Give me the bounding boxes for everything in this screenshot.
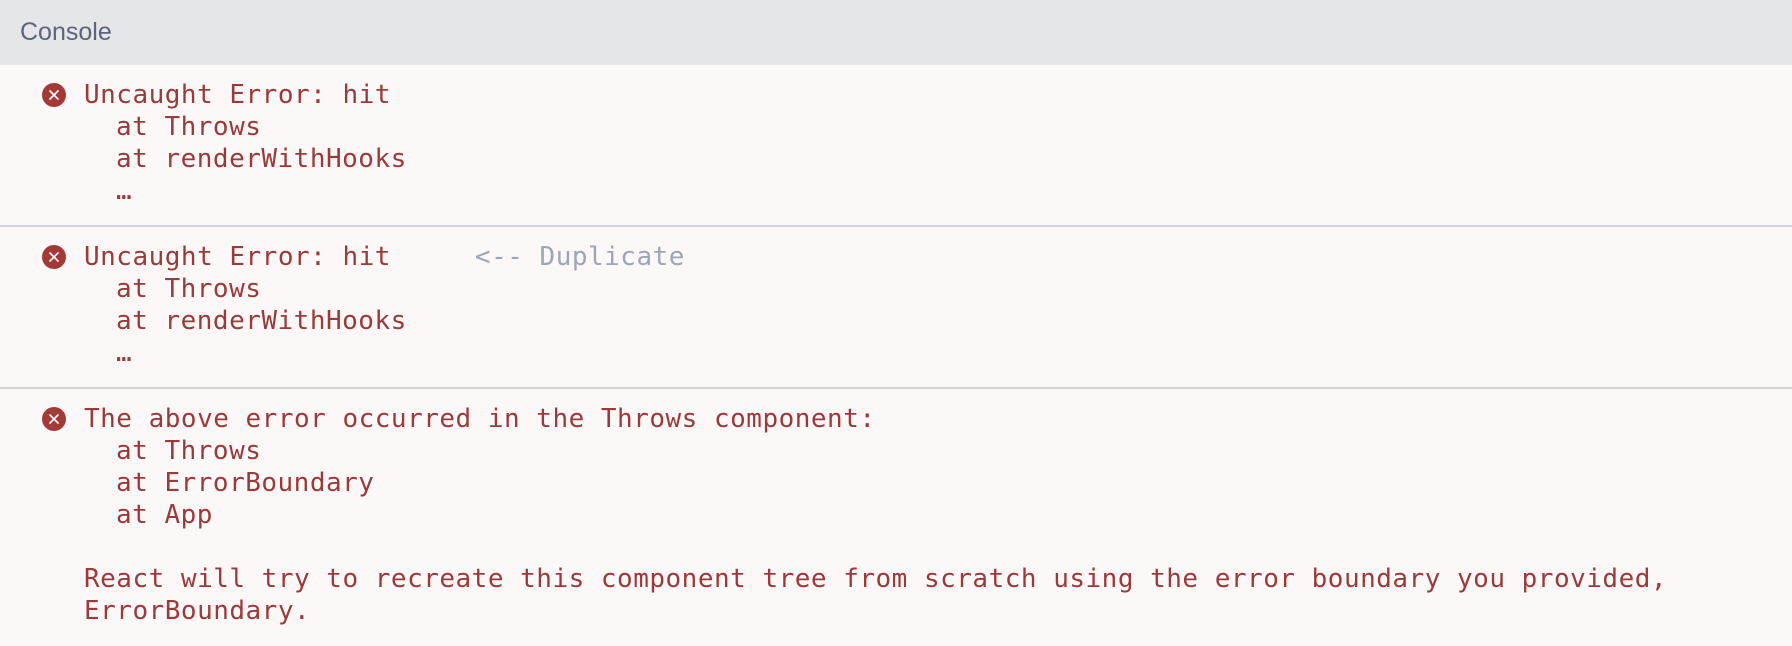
error-message: Uncaught Error: hit — [84, 80, 391, 110]
stack-frame: at Throws — [116, 112, 262, 142]
duplicate-annotation: <-- Duplicate — [474, 242, 685, 272]
error-note: ErrorBoundary. — [84, 596, 311, 626]
error-note: React will try to recreate this componen… — [84, 564, 1668, 594]
stack-frame: at Throws — [116, 274, 262, 304]
error-icon — [42, 83, 66, 107]
stack-frame: at App — [116, 500, 213, 530]
stack-frame: at renderWithHooks — [116, 144, 407, 174]
console-title: Console — [20, 18, 112, 46]
console-entry[interactable]: Uncaught Error: hit at Throws at renderW… — [0, 65, 1792, 227]
error-message: The above error occurred in the Throws c… — [84, 404, 876, 434]
stack-ellipsis[interactable]: … — [116, 176, 132, 206]
error-message: Uncaught Error: hit — [84, 242, 391, 272]
console-entry[interactable]: The above error occurred in the Throws c… — [0, 389, 1792, 639]
console-entry[interactable]: Uncaught Error: hit <-- Duplicate at Thr… — [0, 227, 1792, 389]
stack-frame: at renderWithHooks — [116, 306, 407, 336]
stack-frame: at Throws — [116, 436, 262, 466]
stack-ellipsis[interactable]: … — [116, 338, 132, 368]
error-icon — [42, 407, 66, 431]
error-icon — [42, 245, 66, 269]
stack-frame: at ErrorBoundary — [116, 468, 375, 498]
console-header: Console — [0, 0, 1792, 65]
